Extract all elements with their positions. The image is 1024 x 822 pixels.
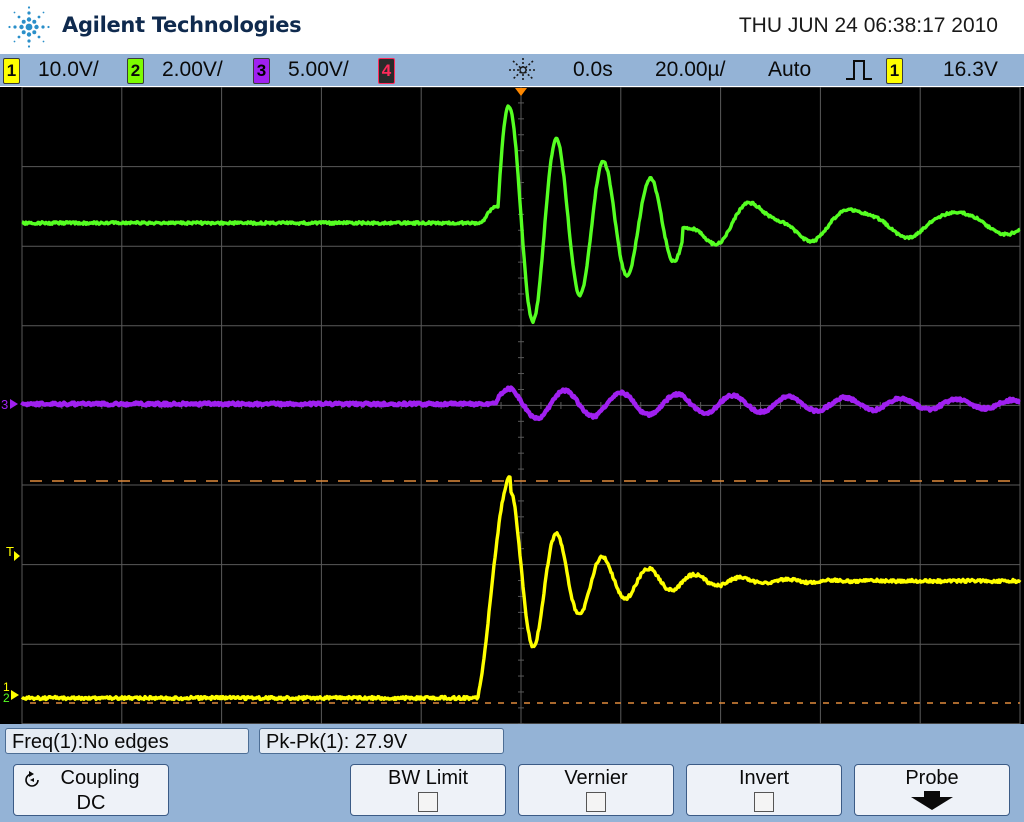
date-time: THU JUN 24 06:38:17 2010 [739,14,998,38]
rising-edge-icon [845,59,873,81]
bw-limit-label: BW Limit [351,766,505,790]
probe-label: Probe [855,766,1009,790]
bw-limit-checkbox[interactable] [418,792,438,812]
channel-2-badge[interactable]: 2 [127,58,144,84]
trigger-position-marker-icon [515,88,527,96]
time-delay[interactable]: 0.0s [573,57,613,83]
coupling-softkey[interactable]: Coupling DC [13,764,169,816]
channel-3-scale[interactable]: 5.00V/ [288,57,349,83]
invert-softkey[interactable]: Invert [686,764,842,816]
vernier-checkbox[interactable] [586,792,606,812]
channel-3-ground-arrow-icon [10,399,18,409]
submenu-arrow-down-icon [909,791,955,811]
trigger-mode[interactable]: Auto [768,57,811,83]
brand-name: Agilent Technologies [62,13,301,37]
channel-2-scale[interactable]: 2.00V/ [162,57,223,83]
channel-1-badge[interactable]: 1 [3,58,20,84]
trigger-level-marker: T [6,544,14,559]
channel-3-badge[interactable]: 3 [253,58,270,84]
trigger-level-arrow-icon [14,551,20,561]
invert-label: Invert [687,766,841,790]
status-bar: 1 10.0V/ 2 2.00V/ 3 5.00V/ 4 0.0s 20.00µ… [0,54,1024,86]
agilent-spark-logo-icon [6,4,52,50]
trigger-source-badge[interactable]: 1 [886,58,903,84]
channel-2-ground-marker: 2 [3,691,10,705]
vernier-label: Vernier [519,766,673,790]
channel-1-ground-arrow-icon [11,690,19,700]
rotate-knob-icon [22,770,42,790]
waveform-area: T 3 1 2 [0,87,1024,724]
channel-3-ground-marker: 3 [1,397,8,412]
invert-checkbox[interactable] [754,792,774,812]
probe-softkey[interactable]: Probe [854,764,1010,816]
vernier-softkey[interactable]: Vernier [518,764,674,816]
measurement-frequency[interactable]: Freq(1):No edges [5,728,249,754]
coupling-value: DC [14,791,168,815]
bw-limit-softkey[interactable]: BW Limit [350,764,506,816]
softkey-bar: Freq(1):No edges Pk-Pk(1): 27.9V Couplin… [0,724,1024,822]
acquisition-run-icon [506,57,540,83]
channel-4-badge[interactable]: 4 [378,58,395,84]
time-scale[interactable]: 20.00µ/ [655,57,726,83]
header: Agilent Technologies THU JUN 24 06:38:17… [0,0,1024,54]
trigger-level[interactable]: 16.3V [943,57,998,83]
measurement-peak-to-peak[interactable]: Pk-Pk(1): 27.9V [259,728,504,754]
channel-1-scale[interactable]: 10.0V/ [38,57,99,83]
